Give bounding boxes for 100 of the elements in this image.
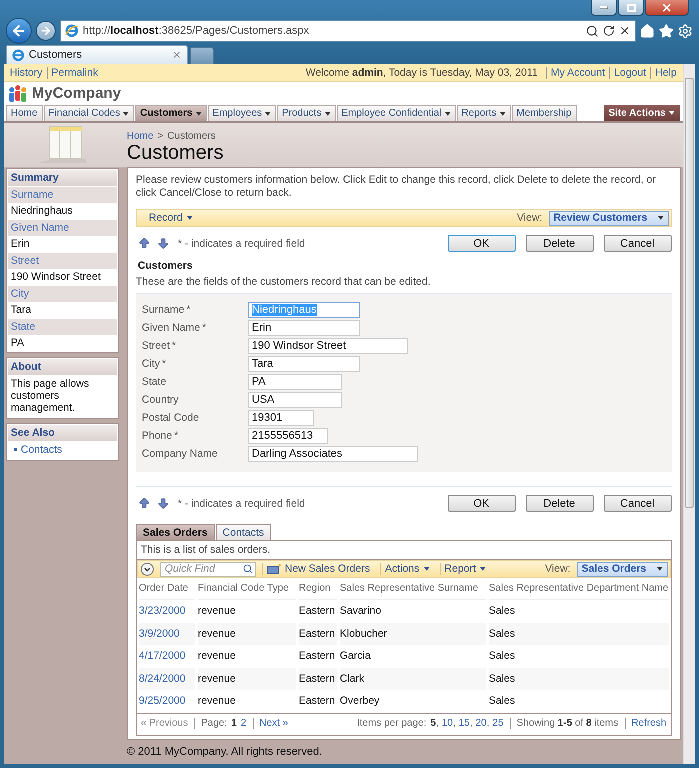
header-link[interactable]: Logout — [609, 66, 646, 78]
header-link[interactable]: Help — [650, 66, 677, 78]
maximize-button[interactable] — [618, 0, 644, 16]
refresh-link[interactable]: Refresh — [632, 718, 667, 728]
action-button[interactable]: Delete — [526, 495, 594, 512]
field-label: Given Name * — [142, 322, 208, 334]
action-button[interactable]: Cancel — [604, 235, 672, 252]
page-number[interactable]: 1 — [231, 718, 237, 728]
close-tab-icon[interactable] — [172, 50, 182, 60]
report-menu[interactable]: Report — [440, 563, 490, 575]
panel-heading: Summary — [8, 170, 117, 186]
quick-find-field[interactable]: Quick Find — [160, 562, 256, 576]
browser-tab[interactable]: Customers — [6, 45, 188, 64]
summary-value: 190 Windsor Street — [10, 270, 102, 285]
new-sales-orders-button[interactable]: New Sales Orders — [262, 563, 374, 575]
favorites-icon[interactable] — [659, 24, 674, 38]
input-field[interactable]: 19301 — [248, 410, 314, 426]
menu-item[interactable]: Products — [277, 105, 336, 121]
breadcrumb-link[interactable]: Home — [127, 130, 154, 142]
address-bar[interactable]: http://localhost:38625/Pages/Customers.aspx — [60, 20, 636, 42]
header-link[interactable]: My Account — [546, 66, 606, 78]
caret-icon — [324, 112, 331, 116]
menu-item[interactable]: Employee Confidential — [336, 105, 456, 121]
refresh-icon[interactable] — [603, 25, 615, 37]
move-up-icon[interactable] — [138, 497, 151, 510]
caret-icon — [669, 111, 675, 115]
action-button[interactable]: OK — [448, 495, 516, 512]
stop-icon[interactable] — [619, 25, 631, 37]
header-link[interactable]: Permalink — [46, 66, 98, 78]
actions-menu[interactable]: Actions — [380, 563, 434, 575]
bullet-icon — [14, 448, 17, 451]
input-field[interactable]: Darling Associates — [248, 446, 418, 462]
tab[interactable]: Contacts — [216, 524, 272, 540]
breadcrumb-current: Customers — [168, 130, 216, 142]
caret-icon — [444, 112, 451, 116]
menu-item[interactable]: Employees — [208, 105, 276, 121]
table-cell: revenue — [198, 622, 296, 645]
order-date-link[interactable]: 3/9/2000 — [139, 622, 195, 645]
view-selector[interactable]: Review Customers — [548, 210, 669, 226]
minimize-icon — [600, 6, 608, 9]
caret-icon — [480, 567, 486, 571]
menu-item[interactable]: Home — [6, 105, 43, 121]
move-down-icon[interactable] — [157, 237, 170, 250]
about-text: This page allows customers management. — [10, 377, 90, 416]
settings-icon[interactable] — [678, 24, 693, 38]
scrollbar-thumb[interactable] — [685, 78, 694, 508]
move-down-icon[interactable] — [157, 497, 170, 510]
summary-label: State — [8, 318, 117, 335]
record-menu[interactable]: Record — [145, 212, 197, 224]
section-description: These are the fields of the customers record that can be edited. — [136, 276, 432, 289]
input-field[interactable]: 2155556513 — [248, 428, 328, 444]
action-button[interactable]: Cancel — [604, 495, 672, 512]
input-field[interactable]: Tara — [248, 356, 360, 372]
input-field[interactable]: Erin — [248, 320, 360, 336]
table-cell: Eastern — [299, 622, 337, 645]
home-icon[interactable] — [640, 24, 655, 38]
page-size-option[interactable]: 5 — [430, 718, 436, 728]
page-size-option[interactable]: 20 — [476, 718, 487, 728]
input-field[interactable]: USA — [248, 392, 342, 408]
back-icon — [11, 23, 27, 39]
page-size-option[interactable]: 25 — [492, 718, 504, 728]
search-icon[interactable] — [586, 24, 599, 38]
site-actions-menu[interactable]: Site Actions — [604, 105, 680, 121]
panel-heading: About — [8, 359, 117, 375]
close-button[interactable] — [645, 0, 689, 16]
breadcrumb-separator: > — [158, 130, 164, 142]
menu-item[interactable]: Customers — [135, 105, 207, 121]
menu-item[interactable]: Financial Codes — [44, 105, 134, 121]
order-date-link[interactable]: 8/24/2000 — [139, 668, 195, 690]
table-cell: revenue — [198, 668, 296, 690]
caret-icon — [424, 567, 430, 571]
action-button[interactable]: Delete — [526, 235, 594, 252]
page-size-option[interactable]: 15 — [458, 718, 470, 728]
maximize-icon — [626, 4, 636, 12]
tab[interactable]: Sales Orders — [136, 524, 215, 540]
search-icon[interactable] — [243, 564, 253, 574]
input-field[interactable]: PA — [248, 374, 342, 390]
move-up-icon[interactable] — [138, 237, 151, 250]
forward-button[interactable] — [36, 21, 56, 41]
back-button[interactable] — [6, 18, 32, 44]
minimize-button[interactable] — [591, 0, 617, 16]
new-record-icon — [267, 564, 281, 574]
scrollbar[interactable] — [683, 64, 695, 764]
view-selector[interactable]: Sales Orders — [576, 562, 668, 576]
field-label: City * — [142, 358, 168, 370]
collapse-icon[interactable] — [141, 562, 154, 576]
summary-value: Erin — [10, 237, 31, 252]
browser-logo-icon — [12, 48, 25, 62]
page-number[interactable]: 2 — [240, 718, 247, 728]
input-field[interactable]: 190 Windsor Street — [248, 338, 408, 354]
next-link[interactable]: Next » — [260, 718, 288, 728]
action-button[interactable]: OK — [448, 235, 516, 252]
see-also-link[interactable]: Contacts — [21, 444, 62, 456]
menu-item[interactable]: Reports — [456, 105, 511, 121]
field-label: Street * — [142, 340, 178, 352]
menu-item[interactable]: Membership — [512, 105, 577, 121]
forward-icon — [40, 25, 52, 37]
page-size-option[interactable]: 10 — [442, 718, 454, 728]
header-link[interactable]: History — [10, 66, 43, 78]
caret-icon — [265, 112, 272, 116]
